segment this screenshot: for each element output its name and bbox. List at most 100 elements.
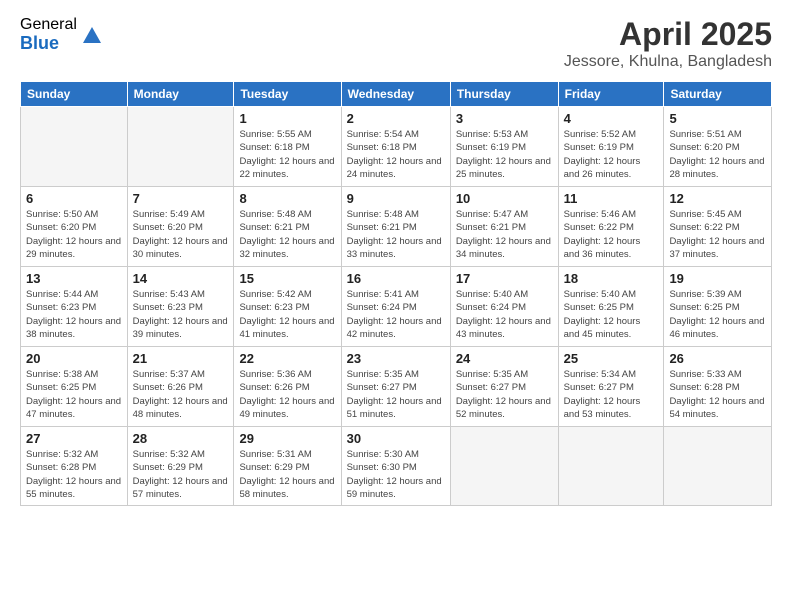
table-row: 23 Sunrise: 5:35 AM Sunset: 6:27 PM Dayli… — [341, 347, 450, 427]
day-info: Sunrise: 5:32 AM Sunset: 6:28 PM Dayligh… — [26, 448, 122, 501]
col-friday: Friday — [558, 82, 664, 107]
day-number: 28 — [133, 431, 229, 446]
day-number: 18 — [564, 271, 659, 286]
day-info: Sunrise: 5:48 AM Sunset: 6:21 PM Dayligh… — [239, 208, 335, 261]
table-row: 28 Sunrise: 5:32 AM Sunset: 6:29 PM Dayli… — [127, 427, 234, 506]
day-info: Sunrise: 5:34 AM Sunset: 6:27 PM Dayligh… — [564, 368, 659, 421]
logo: General Blue — [20, 16, 103, 53]
day-info: Sunrise: 5:35 AM Sunset: 6:27 PM Dayligh… — [347, 368, 445, 421]
table-row: 8 Sunrise: 5:48 AM Sunset: 6:21 PM Daylig… — [234, 187, 341, 267]
table-row: 16 Sunrise: 5:41 AM Sunset: 6:24 PM Dayli… — [341, 267, 450, 347]
table-row: 11 Sunrise: 5:46 AM Sunset: 6:22 PM Dayli… — [558, 187, 664, 267]
col-monday: Monday — [127, 82, 234, 107]
day-number: 24 — [456, 351, 553, 366]
day-info: Sunrise: 5:47 AM Sunset: 6:21 PM Dayligh… — [456, 208, 553, 261]
day-number: 25 — [564, 351, 659, 366]
table-row: 18 Sunrise: 5:40 AM Sunset: 6:25 PM Dayli… — [558, 267, 664, 347]
day-info: Sunrise: 5:38 AM Sunset: 6:25 PM Dayligh… — [26, 368, 122, 421]
day-number: 19 — [669, 271, 766, 286]
calendar-subtitle: Jessore, Khulna, Bangladesh — [564, 53, 772, 71]
table-row: 7 Sunrise: 5:49 AM Sunset: 6:20 PM Daylig… — [127, 187, 234, 267]
day-number: 7 — [133, 191, 229, 206]
table-row: 9Sunrise: 5:48 AM Sunset: 6:21 PM Daylig… — [341, 187, 450, 267]
day-info: Sunrise: 5:36 AM Sunset: 6:26 PM Dayligh… — [239, 368, 335, 421]
day-number: 23 — [347, 351, 445, 366]
day-number: 14 — [133, 271, 229, 286]
day-number: 22 — [239, 351, 335, 366]
table-row: 17 Sunrise: 5:40 AM Sunset: 6:24 PM Dayli… — [450, 267, 558, 347]
table-row — [21, 107, 128, 187]
day-info: Sunrise: 5:55 AM Sunset: 6:18 PM Dayligh… — [239, 128, 335, 181]
day-number: 17 — [456, 271, 553, 286]
day-info: Sunrise: 5:41 AM Sunset: 6:24 PM Dayligh… — [347, 288, 445, 341]
table-row — [127, 107, 234, 187]
col-sunday: Sunday — [21, 82, 128, 107]
table-row: 26Sunrise: 5:33 AM Sunset: 6:28 PM Dayli… — [664, 347, 772, 427]
table-row: 19 Sunrise: 5:39 AM Sunset: 6:25 PM Dayli… — [664, 267, 772, 347]
table-row — [450, 427, 558, 506]
table-row: 14Sunrise: 5:43 AM Sunset: 6:23 PM Dayli… — [127, 267, 234, 347]
table-row: 21Sunrise: 5:37 AM Sunset: 6:26 PM Dayli… — [127, 347, 234, 427]
logo-icon — [81, 25, 103, 47]
day-number: 30 — [347, 431, 445, 446]
table-row: 3Sunrise: 5:53 AM Sunset: 6:19 PM Daylig… — [450, 107, 558, 187]
page: General Blue April 2025 Jessore, Khulna,… — [0, 0, 792, 612]
day-info: Sunrise: 5:39 AM Sunset: 6:25 PM Dayligh… — [669, 288, 766, 341]
day-info: Sunrise: 5:37 AM Sunset: 6:26 PM Dayligh… — [133, 368, 229, 421]
table-row — [664, 427, 772, 506]
table-row: 29 Sunrise: 5:31 AM Sunset: 6:29 PM Dayli… — [234, 427, 341, 506]
day-info: Sunrise: 5:45 AM Sunset: 6:22 PM Dayligh… — [669, 208, 766, 261]
table-row — [558, 427, 664, 506]
calendar-table: Sunday Monday Tuesday Wednesday Thursday… — [20, 81, 772, 506]
logo-general: General — [20, 16, 77, 34]
table-row: 5 Sunrise: 5:51 AM Sunset: 6:20 PM Daylig… — [664, 107, 772, 187]
day-info: Sunrise: 5:32 AM Sunset: 6:29 PM Dayligh… — [133, 448, 229, 501]
table-row: 24 Sunrise: 5:35 AM Sunset: 6:27 PM Dayli… — [450, 347, 558, 427]
day-info: Sunrise: 5:40 AM Sunset: 6:24 PM Dayligh… — [456, 288, 553, 341]
day-number: 2 — [347, 111, 445, 126]
table-row: 20 Sunrise: 5:38 AM Sunset: 6:25 PM Dayli… — [21, 347, 128, 427]
table-row: 1Sunrise: 5:55 AM Sunset: 6:18 PM Daylig… — [234, 107, 341, 187]
table-row: 27Sunrise: 5:32 AM Sunset: 6:28 PM Dayli… — [21, 427, 128, 506]
day-info: Sunrise: 5:46 AM Sunset: 6:22 PM Dayligh… — [564, 208, 659, 261]
col-tuesday: Tuesday — [234, 82, 341, 107]
day-info: Sunrise: 5:50 AM Sunset: 6:20 PM Dayligh… — [26, 208, 122, 261]
day-number: 16 — [347, 271, 445, 286]
day-number: 8 — [239, 191, 335, 206]
day-info: Sunrise: 5:33 AM Sunset: 6:28 PM Dayligh… — [669, 368, 766, 421]
day-info: Sunrise: 5:49 AM Sunset: 6:20 PM Dayligh… — [133, 208, 229, 261]
day-number: 20 — [26, 351, 122, 366]
header: General Blue April 2025 Jessore, Khulna,… — [20, 16, 772, 71]
day-info: Sunrise: 5:44 AM Sunset: 6:23 PM Dayligh… — [26, 288, 122, 341]
day-number: 12 — [669, 191, 766, 206]
title-block: April 2025 Jessore, Khulna, Bangladesh — [564, 16, 772, 71]
day-number: 3 — [456, 111, 553, 126]
day-number: 4 — [564, 111, 659, 126]
col-saturday: Saturday — [664, 82, 772, 107]
day-info: Sunrise: 5:52 AM Sunset: 6:19 PM Dayligh… — [564, 128, 659, 181]
table-row: 10Sunrise: 5:47 AM Sunset: 6:21 PM Dayli… — [450, 187, 558, 267]
table-row: 13Sunrise: 5:44 AM Sunset: 6:23 PM Dayli… — [21, 267, 128, 347]
table-row: 15 Sunrise: 5:42 AM Sunset: 6:23 PM Dayli… — [234, 267, 341, 347]
day-info: Sunrise: 5:48 AM Sunset: 6:21 PM Dayligh… — [347, 208, 445, 261]
logo-text: General Blue — [20, 16, 77, 53]
day-number: 15 — [239, 271, 335, 286]
table-row: 25 Sunrise: 5:34 AM Sunset: 6:27 PM Dayli… — [558, 347, 664, 427]
calendar-header-row: Sunday Monday Tuesday Wednesday Thursday… — [21, 82, 772, 107]
day-number: 6 — [26, 191, 122, 206]
table-row: 2Sunrise: 5:54 AM Sunset: 6:18 PM Daylig… — [341, 107, 450, 187]
day-info: Sunrise: 5:35 AM Sunset: 6:27 PM Dayligh… — [456, 368, 553, 421]
calendar-title: April 2025 — [564, 16, 772, 53]
table-row: 12 Sunrise: 5:45 AM Sunset: 6:22 PM Dayli… — [664, 187, 772, 267]
day-number: 11 — [564, 191, 659, 206]
col-thursday: Thursday — [450, 82, 558, 107]
day-info: Sunrise: 5:40 AM Sunset: 6:25 PM Dayligh… — [564, 288, 659, 341]
day-number: 5 — [669, 111, 766, 126]
table-row: 6 Sunrise: 5:50 AM Sunset: 6:20 PM Daylig… — [21, 187, 128, 267]
day-info: Sunrise: 5:51 AM Sunset: 6:20 PM Dayligh… — [669, 128, 766, 181]
day-info: Sunrise: 5:31 AM Sunset: 6:29 PM Dayligh… — [239, 448, 335, 501]
day-number: 29 — [239, 431, 335, 446]
day-info: Sunrise: 5:42 AM Sunset: 6:23 PM Dayligh… — [239, 288, 335, 341]
table-row: 30 Sunrise: 5:30 AM Sunset: 6:30 PM Dayli… — [341, 427, 450, 506]
day-info: Sunrise: 5:30 AM Sunset: 6:30 PM Dayligh… — [347, 448, 445, 501]
